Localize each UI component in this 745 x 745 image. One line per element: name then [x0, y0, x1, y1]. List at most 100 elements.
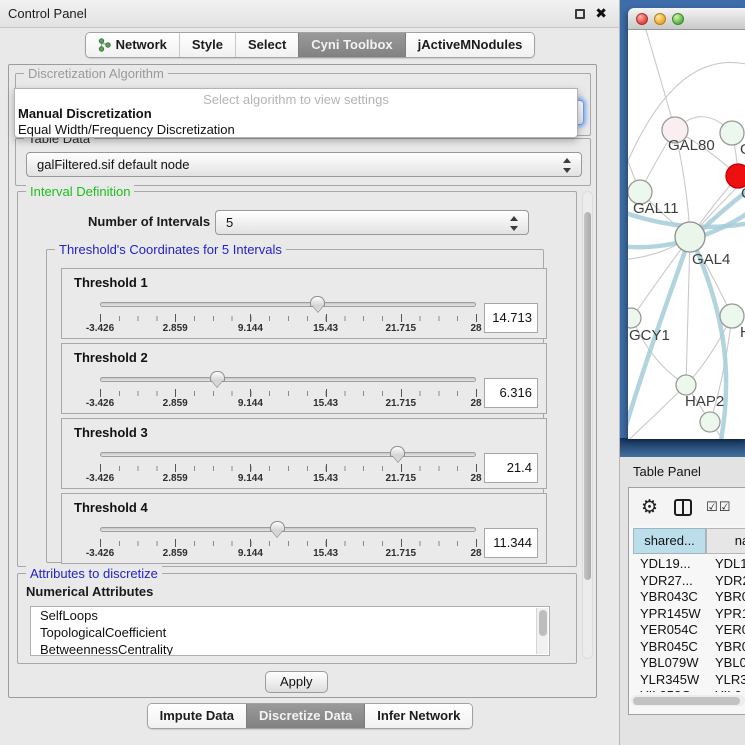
slider-tick-label: -3.426 [86, 473, 114, 484]
close-icon[interactable]: ✖ [595, 5, 607, 22]
slider-major-tick [100, 389, 101, 397]
tab-jactivemnodules[interactable]: jActiveMNodules [405, 33, 535, 57]
slider-major-tick [175, 539, 176, 547]
tab-label: Network [116, 37, 167, 52]
algorithm-placeholder-text: Select algorithm to view settings [15, 92, 577, 107]
dropdown-option-manual-discretization[interactable]: Manual Discretization [18, 106, 152, 121]
slider-tick-label: 21.715 [386, 398, 417, 409]
number-of-intervals-combobox[interactable]: 5 [215, 210, 529, 235]
numerical-attributes-list[interactable]: SelfLoopsTopologicalCoefficientBetweenne… [30, 606, 550, 656]
slider-thumb[interactable] [390, 446, 405, 457]
slider-track[interactable] [100, 527, 476, 532]
table-cell: YBL0 [706, 655, 745, 672]
slider-thumb[interactable] [210, 371, 225, 382]
table-row[interactable]: YIL052CYIL0 [633, 688, 745, 692]
slider-tick-label: 15.43 [313, 548, 338, 559]
slider-major-tick [476, 389, 477, 397]
slider-thumb[interactable] [270, 521, 285, 532]
threshold-slider[interactable]: -3.4262.8599.14415.4321.71528 [100, 295, 476, 337]
attributes-scrollbar[interactable] [536, 608, 548, 654]
table-row[interactable]: YDR27...YDR2 [633, 573, 745, 590]
table-row[interactable]: YBL079WYBL0 [633, 655, 745, 672]
zoom-traffic-light-icon[interactable] [672, 13, 684, 25]
slider-major-tick [476, 464, 477, 472]
table-row[interactable]: YER054CYER0 [633, 622, 745, 639]
slider-tick-label: 9.144 [238, 548, 263, 559]
table-row[interactable]: YPR145WYPR1 [633, 606, 745, 623]
gear-icon[interactable]: ⚙ [641, 496, 658, 519]
node-label: GCY1 [629, 327, 670, 344]
slider-major-tick [401, 539, 402, 547]
slider-thumb[interactable] [310, 296, 325, 307]
network-node-gal4[interactable] [675, 222, 705, 252]
close-traffic-light-icon[interactable] [636, 13, 648, 25]
network-node[interactable] [700, 412, 720, 432]
table-rows: YDL19...YDL1YDR27...YDR2YBR043CYBR0YPR14… [633, 556, 745, 692]
numerical-attributes-label: Numerical Attributes [26, 584, 153, 599]
columns-icon[interactable] [674, 499, 692, 516]
slider-tick-label: 21.715 [386, 473, 417, 484]
threshold-slider[interactable]: -3.4262.8599.14415.4321.71528 [100, 370, 476, 412]
network-canvas[interactable]: GAL80GCGAL11GAL4GCY1HHAP2 [628, 30, 745, 439]
top-tab-bar: Network Style SelectCyni ToolboxjActiveMNo… [0, 32, 620, 58]
tab-label: Style [192, 37, 223, 52]
top-tab-segmented-control: Network Style SelectCyni ToolboxjActiveMNo… [85, 32, 536, 58]
node-label: GAL4 [692, 251, 730, 268]
float-window-icon[interactable] [575, 9, 585, 19]
table-cell: YDR27... [633, 573, 706, 590]
column-header-name[interactable]: na [706, 528, 745, 554]
attribute-list-item[interactable]: SelfLoops [31, 607, 549, 624]
slider-track[interactable] [100, 377, 476, 382]
network-window-titlebar[interactable] [628, 8, 745, 30]
column-header-shared-name[interactable]: shared... [633, 528, 706, 554]
main-vertical-scrollbar[interactable] [582, 191, 593, 659]
table-data-group: Table Data galFiltered.sif default node [15, 138, 591, 186]
dropdown-option-equal-width[interactable]: Equal Width/Frequency Discretization [18, 122, 235, 137]
slider-tick-label: -3.426 [86, 398, 114, 409]
table-row[interactable]: YBR043CYBR0 [633, 589, 745, 606]
threshold-value-field[interactable]: 14.713 [484, 303, 538, 333]
threshold-value-field[interactable]: 6.316 [484, 378, 538, 408]
table-row[interactable]: YLR345WYLR3 [633, 672, 745, 689]
threshold-slider[interactable]: -3.4262.8599.14415.4321.71528 [100, 520, 476, 562]
slider-tick-label: 9.144 [238, 398, 263, 409]
thresholds-group-title: Threshold's Coordinates for 5 Intervals [55, 242, 286, 257]
slider-track[interactable] [100, 452, 476, 457]
network-node-hap2[interactable] [676, 375, 696, 395]
attribute-list-item[interactable]: BetweennessCentrality [31, 641, 549, 656]
tab-style[interactable]: Style [179, 33, 235, 57]
node-label: C [741, 185, 745, 202]
table-cell: YLR345W [633, 672, 706, 689]
table-data-combobox[interactable]: galFiltered.sif default node [26, 152, 582, 177]
network-edge[interactable] [686, 237, 690, 385]
threshold-value-field[interactable]: 21.4 [484, 453, 538, 483]
threshold-slider[interactable]: -3.4262.8599.14415.4321.71528 [100, 445, 476, 487]
tab-cyni-toolbox[interactable]: Cyni Toolbox [298, 33, 404, 57]
network-edge[interactable] [643, 30, 675, 130]
node-label: GAL80 [668, 137, 715, 154]
slider-track[interactable] [100, 302, 476, 307]
minimize-traffic-light-icon[interactable] [654, 13, 666, 25]
tab-network[interactable]: Network [86, 33, 179, 57]
tab-infer-network[interactable]: Infer Network [364, 704, 472, 728]
tab-select[interactable]: Select [235, 33, 298, 57]
table-row[interactable]: YBR045CYBR0 [633, 639, 745, 656]
slider-major-tick [476, 539, 477, 547]
interval-definition-group-title: Interval Definition [26, 184, 134, 199]
table-row[interactable]: YDL19...YDL1 [633, 556, 745, 573]
network-node-gcy1[interactable] [628, 308, 641, 328]
apply-button[interactable]: Apply [265, 671, 328, 693]
network-icon [98, 38, 111, 52]
node-label: GAL11 [633, 200, 679, 217]
attributes-group: Attributes to discretize Numerical Attri… [17, 573, 577, 664]
threshold-value-field[interactable]: 11.344 [484, 528, 538, 558]
table-cell: YDL19... [633, 556, 706, 573]
thresholds-group: Threshold's Coordinates for 5 Intervals … [46, 249, 544, 563]
select-columns-checkboxes-icon[interactable]: ☑☑ [706, 499, 731, 515]
table-cell: YER0 [706, 622, 745, 639]
table-horizontal-scrollbar[interactable] [631, 695, 745, 706]
attribute-list-item[interactable]: TopologicalCoefficient [31, 624, 549, 641]
table-cell: YIL052C [633, 688, 706, 692]
tab-discretize-data[interactable]: Discretize Data [246, 704, 364, 728]
tab-impute-data[interactable]: Impute Data [148, 704, 246, 728]
